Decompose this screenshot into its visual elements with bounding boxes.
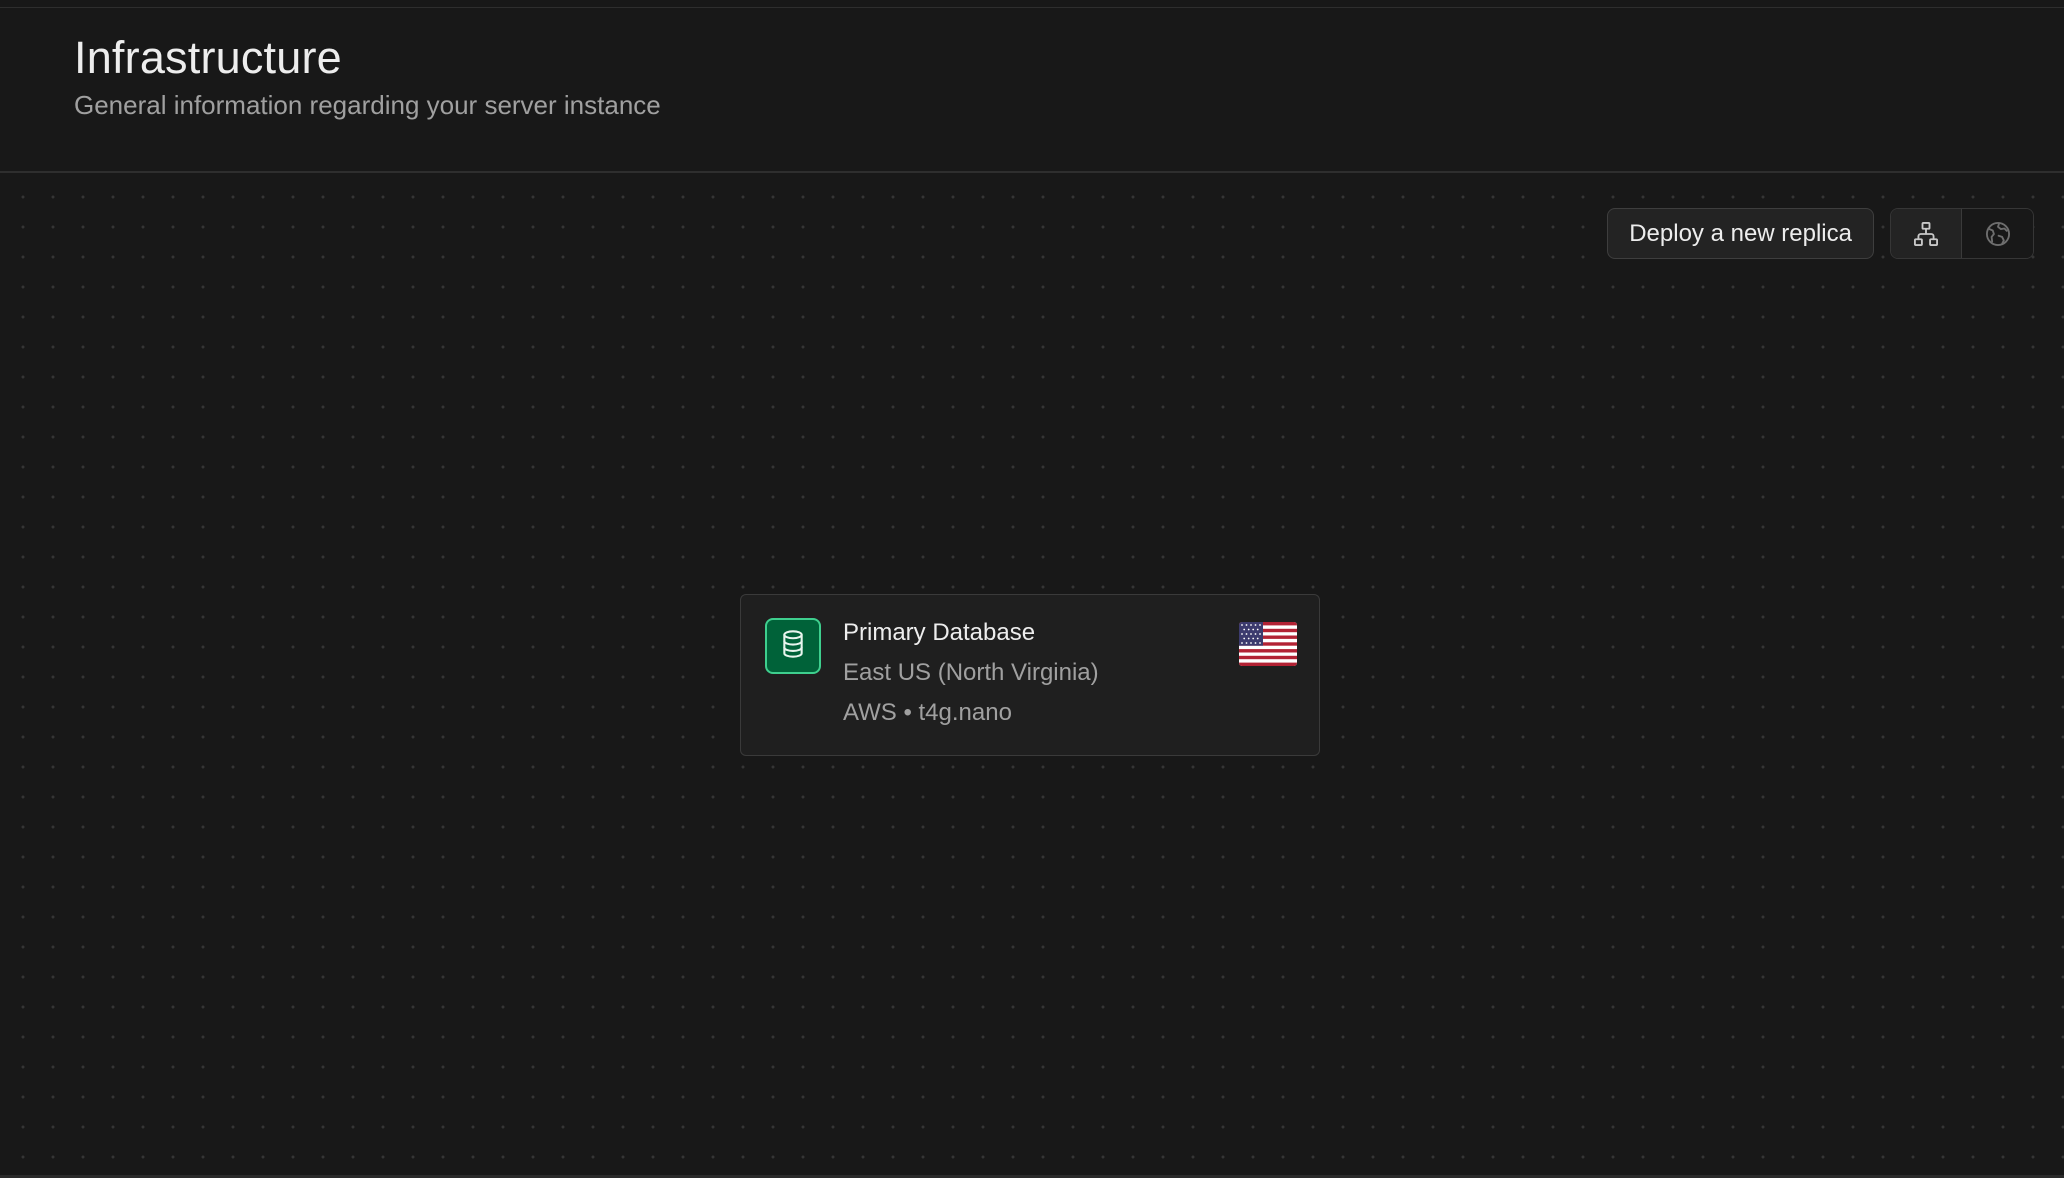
page-title: Infrastructure [74,32,342,83]
database-name: Primary Database [843,619,1036,646]
infrastructure-page: Infrastructure General information regar… [0,0,2064,1178]
page-header: Infrastructure General information regar… [0,8,2064,173]
us-flag-icon [1239,622,1297,666]
diagram-view-button[interactable] [1891,209,1962,258]
view-toggle [1890,208,2034,259]
page-subtitle: General information regarding your serve… [74,90,661,120]
network-diagram-icon [1912,220,1940,248]
database-icon [779,629,807,664]
globe-icon [1984,220,2012,248]
deploy-replica-button[interactable]: Deploy a new replica [1607,208,1874,259]
primary-database-card[interactable]: Primary Database East US (North Virginia… [740,594,1320,756]
canvas-toolbar: Deploy a new replica [1607,208,2034,259]
map-view-button[interactable] [1962,209,2033,258]
database-region: East US (North Virginia) [843,659,1099,686]
database-provider-instance: AWS • t4g.nano [843,699,1012,726]
database-icon-badge [765,618,821,674]
